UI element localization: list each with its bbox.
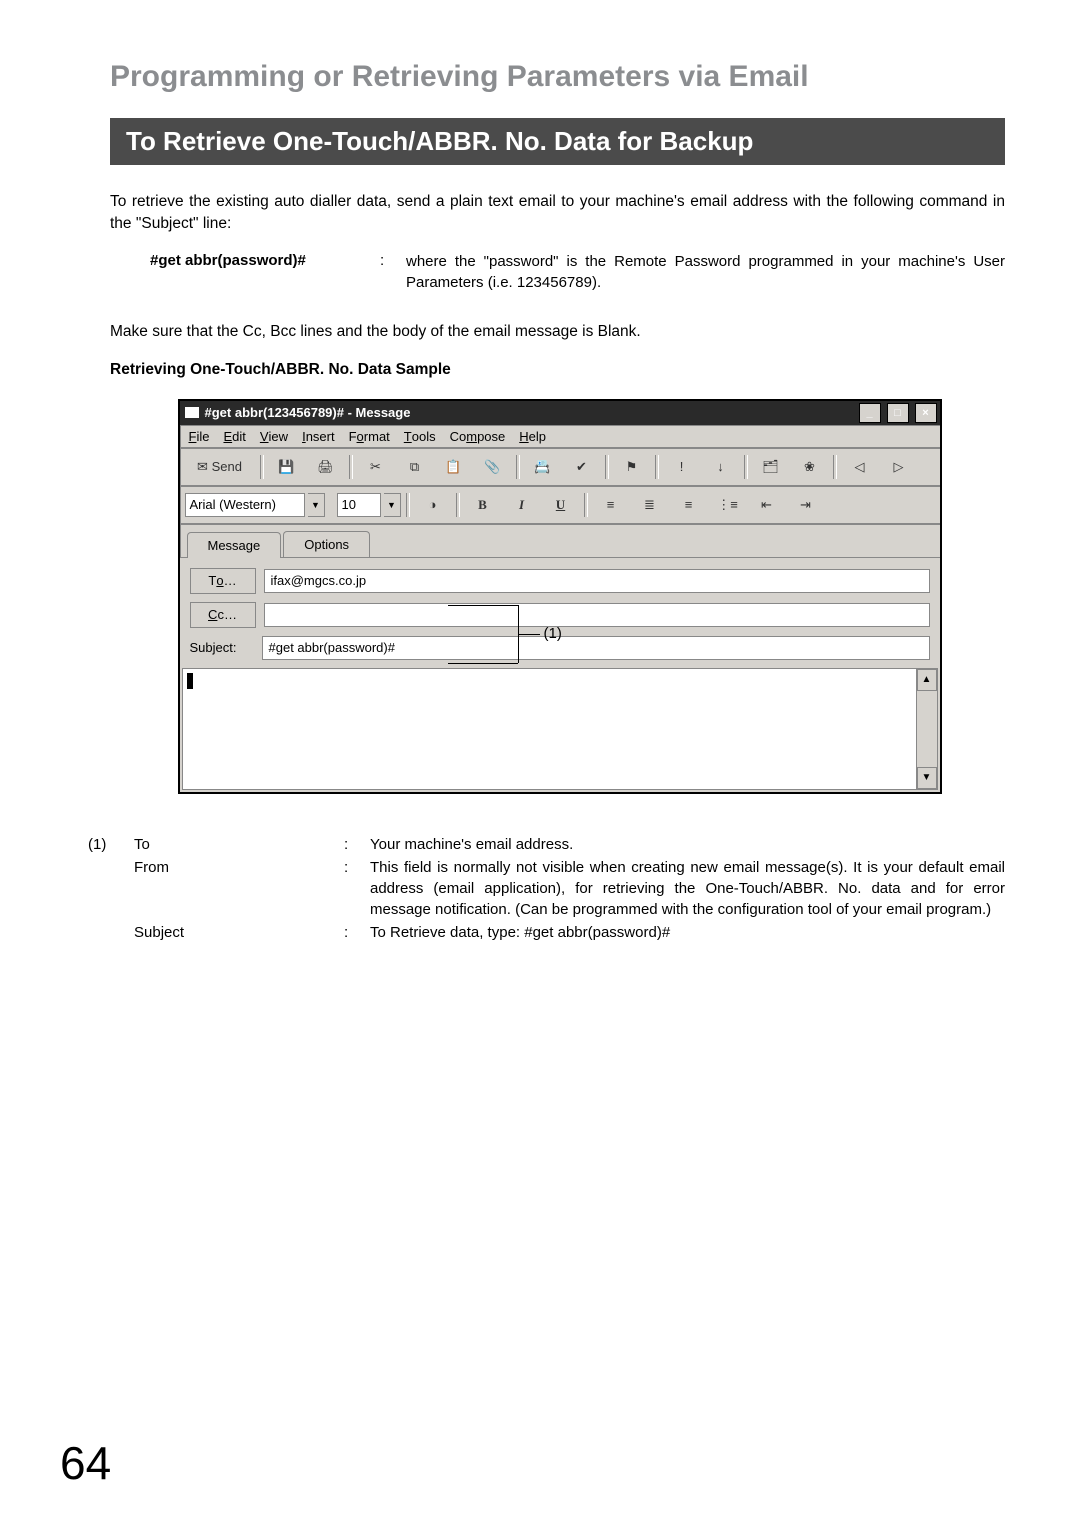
menu-tools[interactable]: Tools [404,429,436,444]
menu-help[interactable]: Help [519,429,546,444]
legend-sep: : [344,922,370,943]
scroll-down-icon[interactable]: ▼ [917,767,937,789]
header-fields: To… ifax@mgcs.co.jp Cc… Subject: #get ab… [180,558,940,660]
intro-paragraph: To retrieve the existing auto dialler da… [110,191,1005,234]
send-icon: ✉ [197,459,208,475]
minimize-button[interactable]: _ [859,403,881,423]
to-input[interactable]: ifax@mgcs.co.jp [264,569,930,593]
section-header: To Retrieve One-Touch/ABBR. No. Data for… [110,118,1005,165]
message-body[interactable]: ▲ ▼ [182,668,938,790]
attach-icon[interactable]: 📎 [475,453,511,481]
command-separator: : [380,252,406,293]
page-title: Programming or Retrieving Parameters via… [110,60,1005,94]
send-button[interactable]: ✉ Send [185,453,255,481]
command-label: #get abbr(password)# [150,252,380,293]
check-names-icon[interactable]: ✔ [564,453,600,481]
legend-val-subject: To Retrieve data, type: #get abbr(passwo… [370,922,1005,943]
toolbar-main: ✉ Send 💾 🖨 ✂ ⧉ 📋 📎 📇 ✔ ⚑ ! ↓ [180,448,940,486]
menu-file[interactable]: File [189,429,210,444]
prev-item-icon[interactable]: ◁ [842,453,878,481]
legend-sep: : [344,834,370,855]
legend-val-from: This field is normally not visible when … [370,857,1005,920]
cc-input[interactable] [264,603,930,627]
legend-val-to: Your machine's email address. [370,834,1005,855]
page-number: 64 [60,1436,111,1490]
cut-icon[interactable]: ✂ [358,453,394,481]
scrollbar[interactable]: ▲ ▼ [916,669,937,789]
menu-compose[interactable]: Compose [450,429,506,444]
mail-icon [185,407,199,418]
tab-message[interactable]: Message [187,532,282,558]
copy-icon[interactable]: ⧉ [397,453,433,481]
to-button[interactable]: To… [190,568,256,594]
legend-key-subject: Subject [134,922,344,943]
print-icon[interactable]: 🖨 [308,453,344,481]
legend-key-from: From [134,857,344,920]
menu-bar: File Edit View Insert Format Tools Compo… [180,425,940,448]
subject-input[interactable]: #get abbr(password)# [262,636,930,660]
maximize-button[interactable]: □ [887,403,909,423]
menu-insert[interactable]: Insert [302,429,335,444]
priority-low-icon[interactable]: ↓ [703,453,739,481]
bullets-icon[interactable]: ⋮≡ [710,491,746,519]
options-icon[interactable]: 🗂 [753,453,789,481]
email-screenshot: #get abbr(123456789)# - Message _ □ × Fi… [178,399,938,794]
addressbook-icon[interactable]: 📇 [525,453,561,481]
legend-table: (1) To : Your machine's email address. F… [88,834,1005,943]
sample-heading: Retrieving One-Touch/ABBR. No. Data Samp… [110,361,1005,379]
blank-note: Make sure that the Cc, Bcc lines and the… [110,321,1005,343]
toolbar-format: Arial (Western) ▼ 10 ▼ ◑ B I U ≡ ≣ ≡ ⋮≡ … [180,486,940,524]
menu-view[interactable]: View [260,429,288,444]
scroll-up-icon[interactable]: ▲ [917,669,937,691]
next-item-icon[interactable]: ▷ [881,453,917,481]
priority-high-icon[interactable]: ! [664,453,700,481]
tab-options[interactable]: Options [283,531,370,557]
save-icon[interactable]: 💾 [269,453,305,481]
tab-strip: Message Options [180,524,940,558]
text-cursor [187,673,193,689]
send-label: Send [212,459,242,474]
window-titlebar: #get abbr(123456789)# - Message _ □ × [180,401,940,425]
seal-icon[interactable]: ❀ [792,453,828,481]
menu-edit[interactable]: Edit [223,429,245,444]
font-name-dropdown-icon[interactable]: ▼ [308,493,325,517]
command-row: #get abbr(password)# : where the "passwo… [150,252,1005,293]
outdent-icon[interactable]: ⇤ [749,491,785,519]
legend-index: (1) [88,834,134,855]
cc-button[interactable]: Cc… [190,602,256,628]
font-size-field[interactable]: 10 [337,493,381,517]
paste-icon[interactable]: 📋 [436,453,472,481]
legend-key-to: To [134,834,344,855]
command-description: where the "password" is the Remote Passw… [406,252,1005,293]
align-center-icon[interactable]: ≣ [632,491,668,519]
menu-format[interactable]: Format [349,429,390,444]
font-size-dropdown-icon[interactable]: ▼ [384,493,401,517]
align-left-icon[interactable]: ≡ [593,491,629,519]
align-right-icon[interactable]: ≡ [671,491,707,519]
bold-button[interactable]: B [465,491,501,519]
window-title: #get abbr(123456789)# - Message [205,405,853,420]
close-button[interactable]: × [915,403,937,423]
indent-icon[interactable]: ⇥ [788,491,824,519]
legend-sep: : [344,857,370,920]
subject-label: Subject: [190,636,254,660]
font-color-icon[interactable]: ◑ [415,491,451,519]
font-name-field[interactable]: Arial (Western) [185,493,305,517]
flag-icon[interactable]: ⚑ [614,453,650,481]
italic-button[interactable]: I [504,491,540,519]
underline-button[interactable]: U [543,491,579,519]
